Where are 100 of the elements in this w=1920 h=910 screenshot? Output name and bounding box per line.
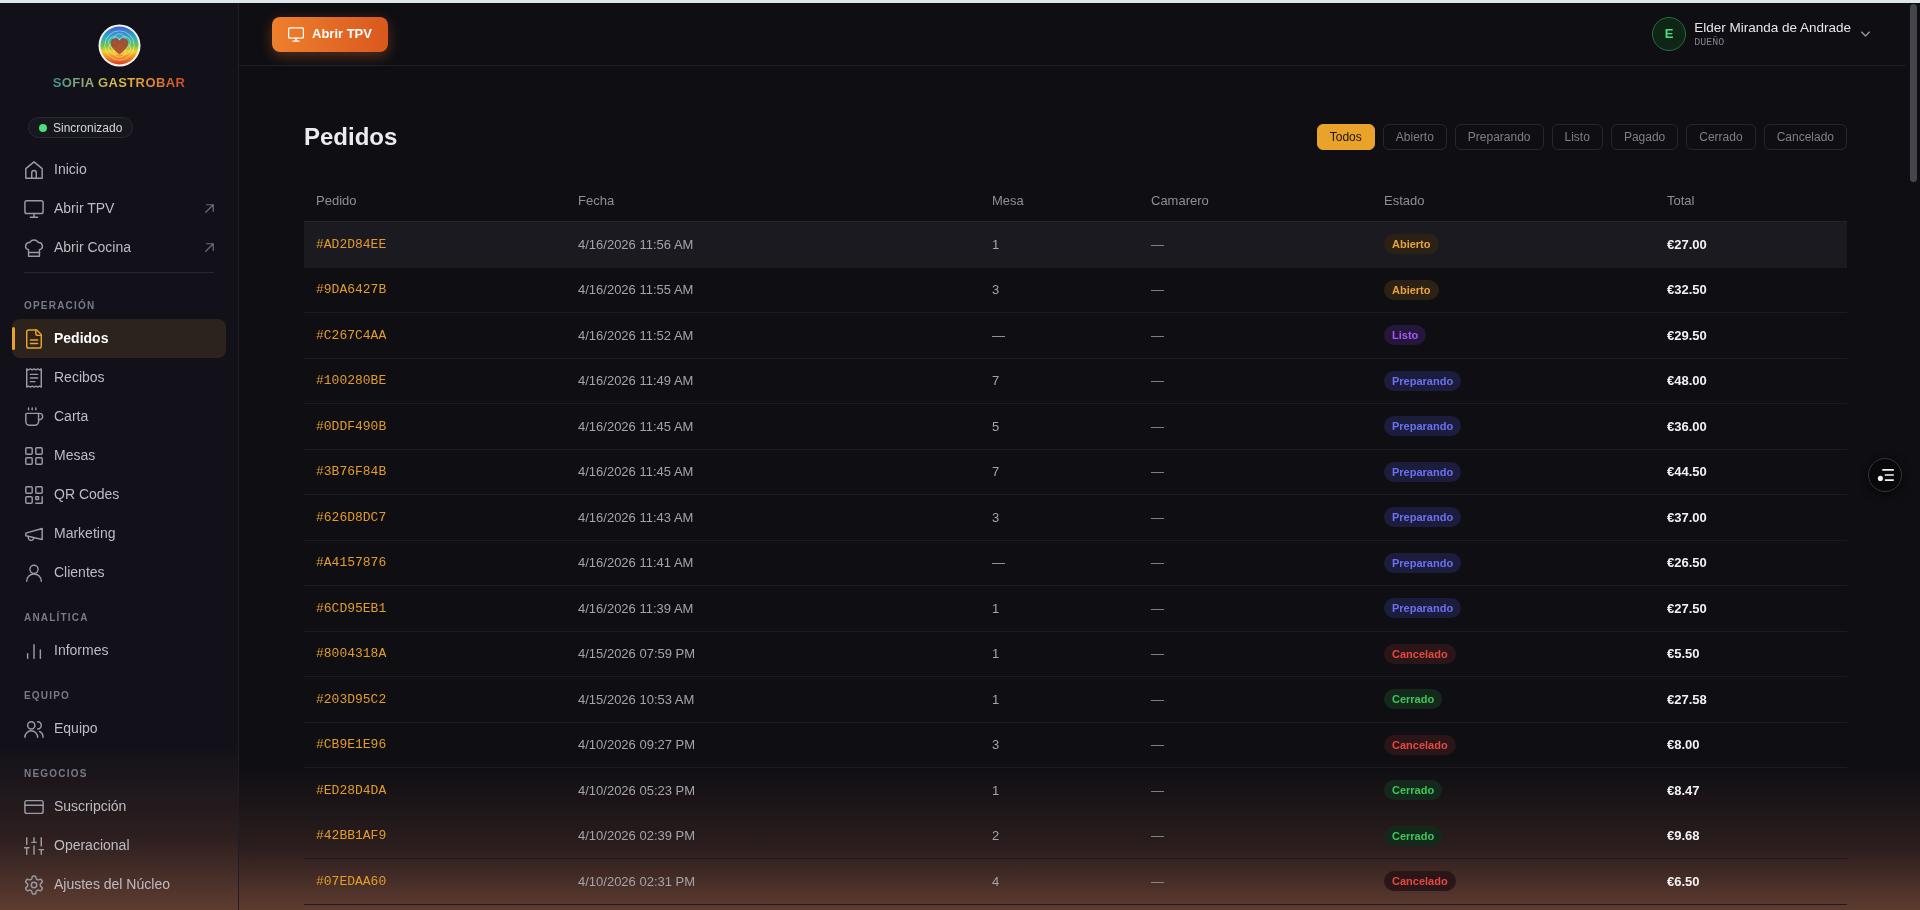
table-row[interactable]: #9DA6427B 4/16/2026 11:55 AM 3 — Abierto €32.50 <box>304 267 1847 313</box>
nav-link[interactable]: Suscripción <box>12 787 226 826</box>
order-date: 4/16/2026 11:39 AM <box>578 599 694 618</box>
order-id: #ED28D4DA <box>316 781 387 800</box>
table-row[interactable]: #203D95C2 4/15/2026 10:53 AM 1 — Cerrado €27.58 <box>304 677 1847 723</box>
order-total: €27.00 <box>1667 235 1707 254</box>
table-number: 4 <box>992 872 1000 891</box>
waiter-name: — <box>1151 508 1164 527</box>
order-id: #9DA6427B <box>316 281 387 299</box>
order-total: €29.50 <box>1667 326 1707 345</box>
status-badge: Preparando <box>1384 416 1462 437</box>
receipt-icon <box>24 367 44 388</box>
status-filter-button[interactable]: Cerrado <box>1686 124 1756 150</box>
order-id: #203D95C2 <box>316 690 387 709</box>
table-number: 1 <box>992 781 1000 800</box>
waiter-name: — <box>1151 417 1164 436</box>
sync-status-label: Sincronizado <box>53 119 123 137</box>
table-row[interactable]: #8004318A 4/15/2026 07:59 PM 1 — Cancelado €5.50 <box>304 631 1847 677</box>
order-id: #8004318A <box>316 645 387 663</box>
chevron-down-icon[interactable] <box>1861 31 1870 37</box>
status-badge: Cerrado <box>1384 780 1443 801</box>
order-total: €27.50 <box>1667 599 1707 618</box>
person-icon <box>24 562 44 583</box>
column-header: Total <box>1667 192 1695 208</box>
table-row[interactable]: #0DDF490B 4/16/2026 11:45 AM 5 — Preparando €36.00 <box>304 404 1847 450</box>
nav-link[interactable]: Abrir Cocina <box>12 228 226 267</box>
order-total: €48.00 <box>1667 372 1707 390</box>
order-id: #A4157876 <box>316 554 387 572</box>
status-badge: Cancelado <box>1384 734 1456 755</box>
waiter-name: — <box>1151 645 1164 663</box>
nav-link[interactable]: Ajustes del Núcleo <box>12 865 226 904</box>
order-date: 4/16/2026 11:45 AM <box>578 463 694 481</box>
table-row[interactable]: #07EDAA60 4/10/2026 02:31 PM 4 — Cancelado €6.50 <box>304 859 1847 905</box>
waiter-name: — <box>1151 281 1164 299</box>
order-total: €8.00 <box>1667 736 1700 754</box>
table-row[interactable]: #CB9E1E96 4/10/2026 09:27 PM 3 — Cancelado €8.00 <box>304 722 1847 768</box>
nav-link[interactable]: Carta <box>12 397 226 436</box>
order-date: 4/16/2026 11:41 AM <box>578 554 694 572</box>
list-icon <box>1876 468 1894 482</box>
nav-link[interactable]: Abrir TPV <box>12 189 226 228</box>
nav-link[interactable]: Recibos <box>12 358 226 397</box>
order-id: #0DDF490B <box>316 417 387 436</box>
nav-link[interactable]: Pedidos <box>12 319 226 358</box>
table-row[interactable]: #3B76F84B 4/16/2026 11:45 AM 7 — Preparando €44.50 <box>304 449 1847 495</box>
status-badge: Listo <box>1384 325 1427 346</box>
open-tpv-button[interactable]: Abrir TPV <box>272 16 388 52</box>
table-row[interactable]: #626D8DC7 4/16/2026 11:43 AM 3 — Preparando €37.00 <box>304 495 1847 541</box>
order-id: #6CD95EB1 <box>316 599 387 618</box>
waiter-name: — <box>1151 326 1164 345</box>
status-badge: Preparando <box>1384 370 1462 391</box>
table-number: 7 <box>992 372 1000 390</box>
table-row[interactable]: #6CD95EB1 4/16/2026 11:39 AM 1 — Preparando €27.50 <box>304 586 1847 632</box>
nav-link[interactable]: Operacional <box>12 826 226 865</box>
order-date: 4/10/2026 02:31 PM <box>578 872 696 891</box>
status-badge: Cancelado <box>1384 643 1456 664</box>
status-filter-button[interactable]: Abierto <box>1382 124 1447 150</box>
status-filter-button[interactable]: Pagado <box>1610 124 1679 150</box>
status-filter-button[interactable]: Todos <box>1316 124 1375 150</box>
status-badge: Abierto <box>1384 234 1439 255</box>
user-avatar[interactable]: E <box>1652 17 1687 51</box>
nav-link[interactable]: Mesas <box>12 436 226 475</box>
waiter-name: — <box>1151 554 1164 572</box>
order-date: 4/15/2026 10:53 AM <box>578 690 695 709</box>
order-date: 4/16/2026 11:55 AM <box>578 281 694 299</box>
order-id: #3B76F84B <box>316 463 387 481</box>
monitor-icon <box>288 26 304 42</box>
column-header: Pedido <box>316 192 357 208</box>
order-id: #CB9E1E96 <box>316 736 387 754</box>
order-date: 4/16/2026 11:45 AM <box>578 417 694 436</box>
nav-link[interactable]: Equipo <box>12 709 226 748</box>
status-filter-button[interactable]: Listo <box>1551 124 1603 150</box>
status-badge: Cerrado <box>1384 689 1443 710</box>
order-date: 4/16/2026 11:43 AM <box>578 508 694 527</box>
table-row[interactable]: #C267C4AA 4/16/2026 11:52 AM — — Listo €29.50 <box>304 313 1847 359</box>
grid-icon <box>24 445 44 466</box>
table-row[interactable]: #42BB1AF9 4/10/2026 02:39 PM 2 — Cerrado €9.68 <box>304 813 1847 859</box>
table-row[interactable]: #AD2D84EE 4/16/2026 11:56 AM 1 — Abierto €27.00 <box>304 222 1847 268</box>
nav-link[interactable]: QR Codes <box>12 475 226 514</box>
user-name: Elder Miranda de Andrade <box>1694 18 1851 36</box>
column-header: Estado <box>1384 192 1425 208</box>
table-row[interactable]: #ED28D4DA 4/10/2026 05:23 PM 1 — Cerrado €8.47 <box>304 768 1847 814</box>
status-filter-button[interactable]: Cancelado <box>1763 124 1847 150</box>
waiter-name: — <box>1151 690 1164 709</box>
scrollbar-thumb[interactable] <box>1909 4 1917 182</box>
order-total: €6.50 <box>1667 872 1700 891</box>
table-row[interactable]: #A4157876 4/16/2026 11:41 AM — — Preparando €26.50 <box>304 540 1847 586</box>
nav-link[interactable]: Informes <box>12 631 226 670</box>
table-row[interactable]: #100280BE 4/16/2026 11:49 AM 7 — Preparando €48.00 <box>304 358 1847 404</box>
table-number: 7 <box>992 463 1000 481</box>
status-filter-button[interactable]: Preparando <box>1454 124 1544 150</box>
order-date: 4/15/2026 07:59 PM <box>578 645 696 663</box>
nav-link[interactable]: Clientes <box>12 553 226 592</box>
table-number: 3 <box>992 736 1000 754</box>
order-total: €27.58 <box>1667 690 1707 709</box>
nav-link[interactable]: Marketing <box>12 514 226 553</box>
nav-link[interactable]: Inicio <box>12 150 226 189</box>
waiter-name: — <box>1151 599 1164 618</box>
table-number: 1 <box>992 599 1000 618</box>
status-badge: Abierto <box>1384 279 1439 300</box>
sliders-icon <box>24 835 44 856</box>
